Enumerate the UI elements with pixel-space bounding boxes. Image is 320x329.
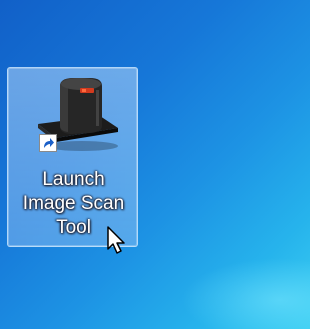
shortcut-arrow-icon: [39, 134, 57, 152]
desktop-background[interactable]: Launch Image Scan Tool: [0, 0, 310, 329]
launch-image-scan-tool-shortcut[interactable]: Launch Image Scan Tool: [7, 67, 138, 247]
mouse-pointer-icon: [107, 226, 125, 254]
shortcut-label-line-2: Image Scan: [22, 193, 125, 214]
shortcut-label-line-1: Launch: [42, 169, 105, 190]
